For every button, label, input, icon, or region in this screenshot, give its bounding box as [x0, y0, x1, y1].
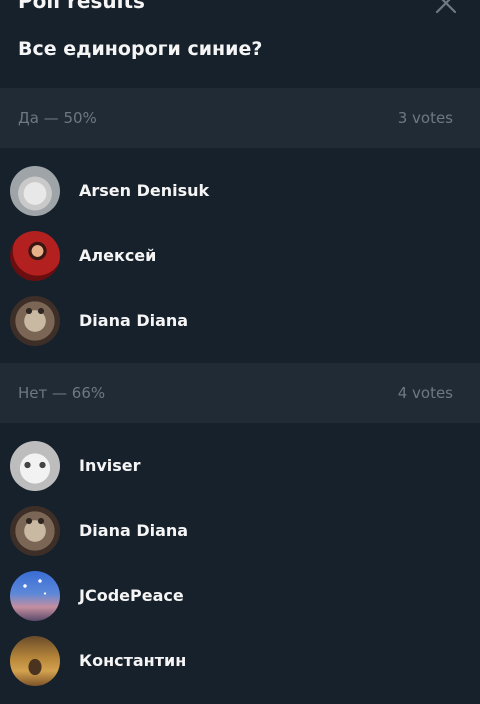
voter-name: Константин — [79, 651, 187, 670]
voter-row[interactable]: Diana Diana — [0, 288, 480, 353]
avatar — [10, 570, 60, 621]
voter-name: Алексей — [79, 246, 157, 265]
panel-title: Poll results — [18, 0, 145, 13]
poll-option-votes: 4 votes — [397, 384, 453, 402]
poll-option-label: Да — 50% — [18, 109, 97, 127]
poll-header: Poll results Все единороги синие? — [0, 0, 480, 88]
avatar — [10, 295, 60, 346]
poll-option-votes: 3 votes — [397, 109, 453, 127]
avatar — [10, 635, 60, 686]
voter-row[interactable]: JCodePeace — [0, 563, 480, 628]
voter-row[interactable]: Константин — [0, 628, 480, 693]
voter-name: Diana Diana — [79, 521, 189, 540]
voter-row[interactable]: Inviser — [0, 433, 480, 498]
avatar — [10, 230, 60, 281]
voter-name: Inviser — [79, 456, 141, 475]
close-icon — [435, 0, 457, 14]
voter-row[interactable]: Алексей — [0, 223, 480, 288]
voter-name: JCodePeace — [79, 586, 184, 605]
poll-option-header-yes: Да — 50% 3 votes — [0, 88, 480, 148]
voter-list-no: Inviser Diana Diana JCodePeace Константи… — [0, 423, 480, 693]
avatar — [10, 440, 60, 491]
poll-question: Все единороги синие? — [18, 38, 263, 60]
close-button[interactable] — [434, 0, 458, 14]
voter-name: Diana Diana — [79, 311, 189, 330]
avatar — [10, 165, 60, 216]
poll-option-header-no: Нет — 66% 4 votes — [0, 363, 480, 423]
voter-name: Arsen Denisuk — [79, 181, 210, 200]
poll-results-panel: Poll results Все единороги синие? Да — 5… — [0, 0, 480, 704]
poll-option-label: Нет — 66% — [18, 384, 106, 402]
avatar — [10, 505, 60, 556]
voter-row[interactable]: Arsen Denisuk — [0, 158, 480, 223]
voter-row[interactable]: Diana Diana — [0, 498, 480, 563]
voter-list-yes: Arsen Denisuk Алексей Diana Diana — [0, 148, 480, 363]
